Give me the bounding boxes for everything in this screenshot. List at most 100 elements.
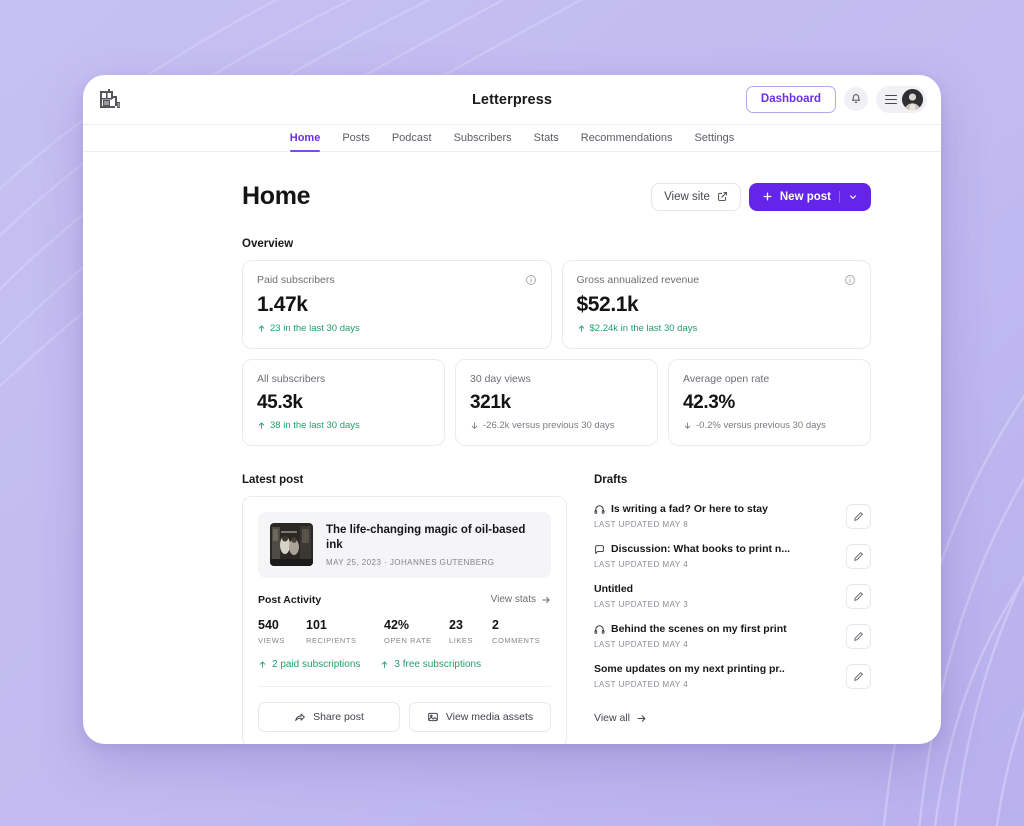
draft-date: LAST UPDATED MAY 3 (594, 600, 689, 609)
notifications-button[interactable] (844, 87, 868, 112)
draft-row[interactable]: Discussion: What books to print n... LAS… (594, 536, 871, 576)
paid-subscriptions-label: 2 paid subscriptions (272, 658, 361, 670)
draft-edit-button[interactable] (846, 623, 871, 649)
stat-label: Paid subscribers (257, 274, 335, 286)
metric-label: VIEWS (258, 635, 285, 645)
share-post-button[interactable]: Share post (258, 701, 400, 732)
draft-edit-button[interactable] (846, 503, 871, 529)
app-window: Letterpress Dashboard Home Posts Podcast… (83, 75, 941, 744)
stat-value: 1.47k (257, 293, 308, 316)
latest-post-label: Latest post (242, 474, 304, 486)
titlebar-actions: Dashboard (745, 85, 927, 114)
comment-icon (595, 544, 604, 554)
bell-icon (852, 94, 860, 104)
user-avatar (902, 88, 923, 110)
arrow-up-icon (259, 661, 266, 668)
nav-item-posts[interactable]: Posts (331, 125, 381, 151)
post-hero-text: The life-changing magic of oil-based ink… (326, 523, 539, 567)
stat-delta-label: $2.24k in the last 30 days (589, 323, 698, 334)
draft-edit-button[interactable] (846, 583, 871, 609)
metric-value: 23 (449, 617, 463, 632)
overview-label: Overview (242, 238, 294, 250)
draft-title: Discussion: What books to print n... (611, 543, 791, 555)
chevron-down-icon[interactable] (848, 192, 858, 202)
post-metrics: 540 VIEWS 101 RECIPIENTS 42% OPEN RATE 2… (258, 618, 551, 645)
stat-card-all-subscribers[interactable]: All subscribers 45.3k 38 in the last 30 … (242, 359, 445, 446)
draft-edit-button[interactable] (846, 543, 871, 569)
overview-row-secondary: All subscribers 45.3k 38 in the last 30 … (242, 359, 871, 446)
post-thumbnail-engraving-icon (270, 523, 313, 567)
draft-main: Is writing a fad? Or here to stay LAST U… (594, 503, 768, 529)
nav-item-recommendations[interactable]: Recommendations (570, 125, 684, 151)
post-activity-title: Post Activity (258, 593, 322, 606)
arrow-right-icon (637, 714, 646, 722)
view-site-label: View site (664, 190, 710, 203)
free-subscriptions-label: 3 free subscriptions (394, 658, 482, 670)
pencil-icon (854, 511, 863, 521)
metric-label: RECIPIENTS (306, 635, 357, 645)
stat-card-gross-annualized-revenue[interactable]: Gross annualized revenue $52.1k $2.24k i… (561, 260, 871, 349)
draft-title-wrap: Is writing a fad? Or here to stay (594, 503, 768, 515)
stat-label: 30 day views (470, 373, 531, 385)
view-all-label: View all (594, 712, 630, 724)
latest-post-column: Latest post The life-changing magic of o… (242, 474, 567, 744)
dashboard-button[interactable]: Dashboard (745, 85, 836, 114)
draft-row[interactable]: Some updates on my next printing pr.. LA… (594, 656, 871, 696)
stat-delta: 38 in the last 30 days (257, 420, 430, 431)
metric-value: 101 (306, 617, 327, 632)
nav-item-home[interactable]: Home (279, 125, 332, 152)
draft-title-wrap: Discussion: What books to print n... (594, 543, 790, 555)
post-hero[interactable]: The life-changing magic of oil-based ink… (258, 512, 551, 578)
arrow-up-icon (578, 325, 584, 332)
stat-delta: -26.2k versus previous 30 days (470, 420, 643, 431)
info-icon[interactable] (525, 274, 537, 286)
stat-header: Paid subscribers (257, 274, 537, 286)
metric-value: 2 (492, 617, 499, 632)
info-icon[interactable] (844, 274, 856, 286)
draft-row[interactable]: Untitled LAST UPDATED MAY 3 (594, 576, 871, 616)
view-all-drafts-link[interactable]: View all (594, 712, 871, 724)
arrow-down-icon (684, 422, 691, 429)
draft-edit-button[interactable] (846, 663, 871, 689)
metric-label: LIKES (449, 635, 474, 645)
metric-label: COMMENTS (492, 635, 541, 645)
drafts-column: Drafts Is writing a fad? Or here to stay… (594, 474, 871, 744)
metric-open-rate: 42% OPEN RATE (384, 618, 449, 645)
account-menu-button[interactable] (876, 85, 927, 113)
draft-row[interactable]: Behind the scenes on my first print LAST… (594, 616, 871, 656)
stat-value: 45.3k (257, 392, 303, 413)
stat-card-average-open-rate[interactable]: Average open rate 42.3% -0.2% versus pre… (668, 359, 871, 446)
headphones-icon (594, 504, 605, 514)
draft-main: Untitled LAST UPDATED MAY 3 (594, 583, 688, 609)
stat-delta-label: 38 in the last 30 days (270, 420, 360, 431)
arrow-up-icon (258, 325, 265, 332)
metric-value: 42% (384, 617, 410, 632)
view-media-assets-button[interactable]: View media assets (409, 701, 551, 732)
view-site-button[interactable]: View site (651, 182, 741, 211)
free-subscriptions-stat: 3 free subscriptions (380, 659, 481, 670)
stat-delta-label: 23 in the last 30 days (270, 323, 360, 334)
arrow-up-icon (258, 422, 265, 429)
nav-item-podcast[interactable]: Podcast (381, 125, 443, 151)
nav-item-stats[interactable]: Stats (523, 125, 570, 151)
stat-card-30-day-views[interactable]: 30 day views 321k -26.2k versus previous… (455, 359, 658, 446)
view-stats-link[interactable]: View stats (491, 594, 551, 605)
draft-date: LAST UPDATED MAY 8 (594, 520, 689, 529)
stat-card-paid-subscribers[interactable]: Paid subscribers 1.47k 23 in the last 30… (242, 260, 552, 349)
draft-main: Behind the scenes on my first print LAST… (594, 623, 787, 649)
metric-label: OPEN RATE (384, 635, 432, 645)
draft-date: LAST UPDATED MAY 4 (594, 640, 689, 649)
page-actions: View site New post (651, 182, 871, 211)
new-post-button[interactable]: New post (748, 182, 871, 211)
stat-delta: $2.24k in the last 30 days (577, 323, 857, 334)
nav-item-subscribers[interactable]: Subscribers (443, 125, 523, 151)
metric-likes: 23 LIKES (449, 618, 492, 645)
pencil-icon (854, 631, 863, 641)
draft-row[interactable]: Is writing a fad? Or here to stay LAST U… (594, 496, 871, 536)
stat-label: Average open rate (683, 373, 770, 385)
stat-label: All subscribers (257, 373, 326, 385)
post-title: The life-changing magic of oil-based ink (326, 524, 526, 551)
arrow-right-icon (542, 596, 550, 603)
page-header: Home View site New post (242, 182, 871, 211)
nav-item-settings[interactable]: Settings (683, 125, 745, 151)
